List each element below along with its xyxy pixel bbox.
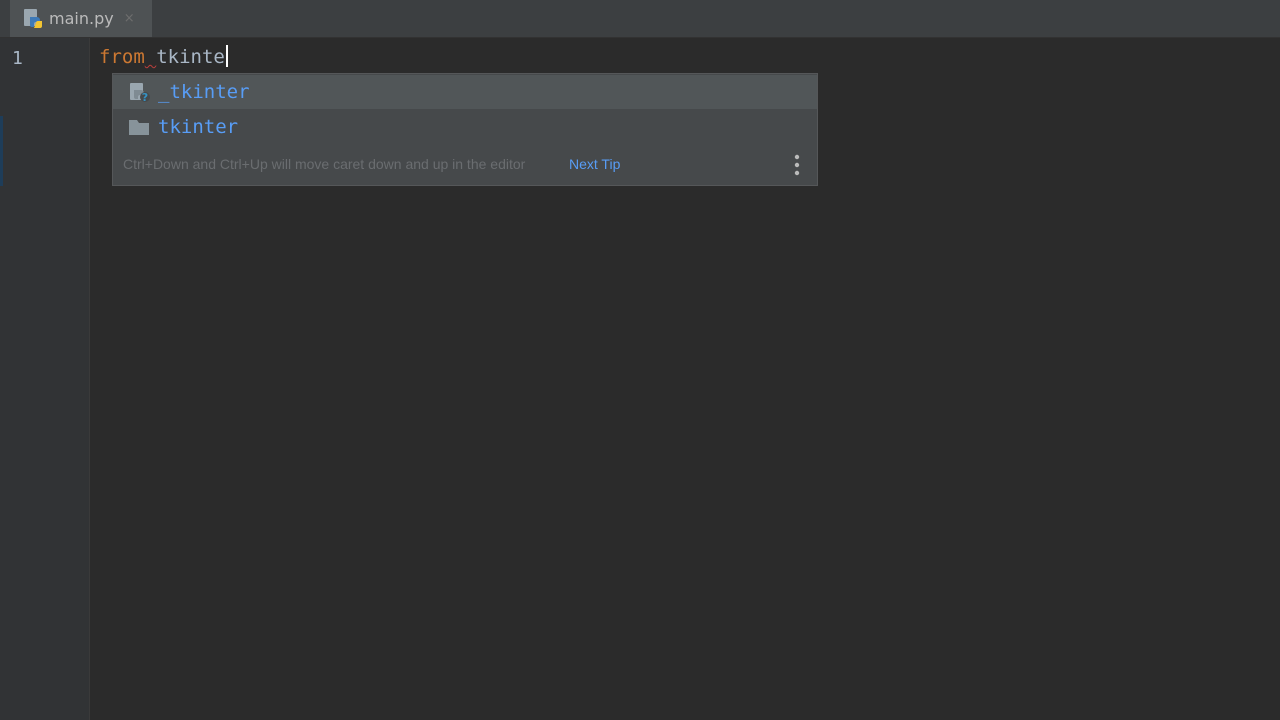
text-caret <box>225 45 228 67</box>
unknown-module-icon: ? <box>127 81 151 104</box>
next-tip-link[interactable]: Next Tip <box>569 156 620 172</box>
line-number: 1 <box>12 48 23 69</box>
typed-identifier: tkinte <box>156 46 225 68</box>
completion-item-tkinter[interactable]: tkinter <box>113 110 817 144</box>
completion-hint: Ctrl+Down and Ctrl+Up will move caret do… <box>123 156 526 172</box>
close-icon[interactable]: × <box>124 11 135 26</box>
more-options-icon[interactable] <box>791 153 803 177</box>
code-line-1[interactable]: from tkinte <box>99 44 228 70</box>
keyword-from: from <box>99 46 145 68</box>
folder-icon <box>127 116 151 138</box>
completion-item-label: tkinter <box>158 116 239 138</box>
completion-item-_tkinter[interactable]: ? _tkinter <box>113 75 817 109</box>
editor-tab-bar: main.py × <box>0 0 1280 38</box>
completion-popup: ? _tkinter tkinter Ctrl+Down and Ctrl+Up… <box>112 73 818 186</box>
tab-main-py[interactable]: main.py × <box>10 0 152 37</box>
line-gutter: 1 <box>0 38 90 720</box>
ide-window: main.py × 1 from tkinte ? _tkinter tkint… <box>0 0 1280 720</box>
tab-label: main.py <box>49 9 114 28</box>
completion-item-label: _tkinter <box>158 81 250 103</box>
python-file-icon <box>22 8 44 30</box>
gutter-marker <box>0 116 3 186</box>
svg-text:?: ? <box>142 91 148 103</box>
